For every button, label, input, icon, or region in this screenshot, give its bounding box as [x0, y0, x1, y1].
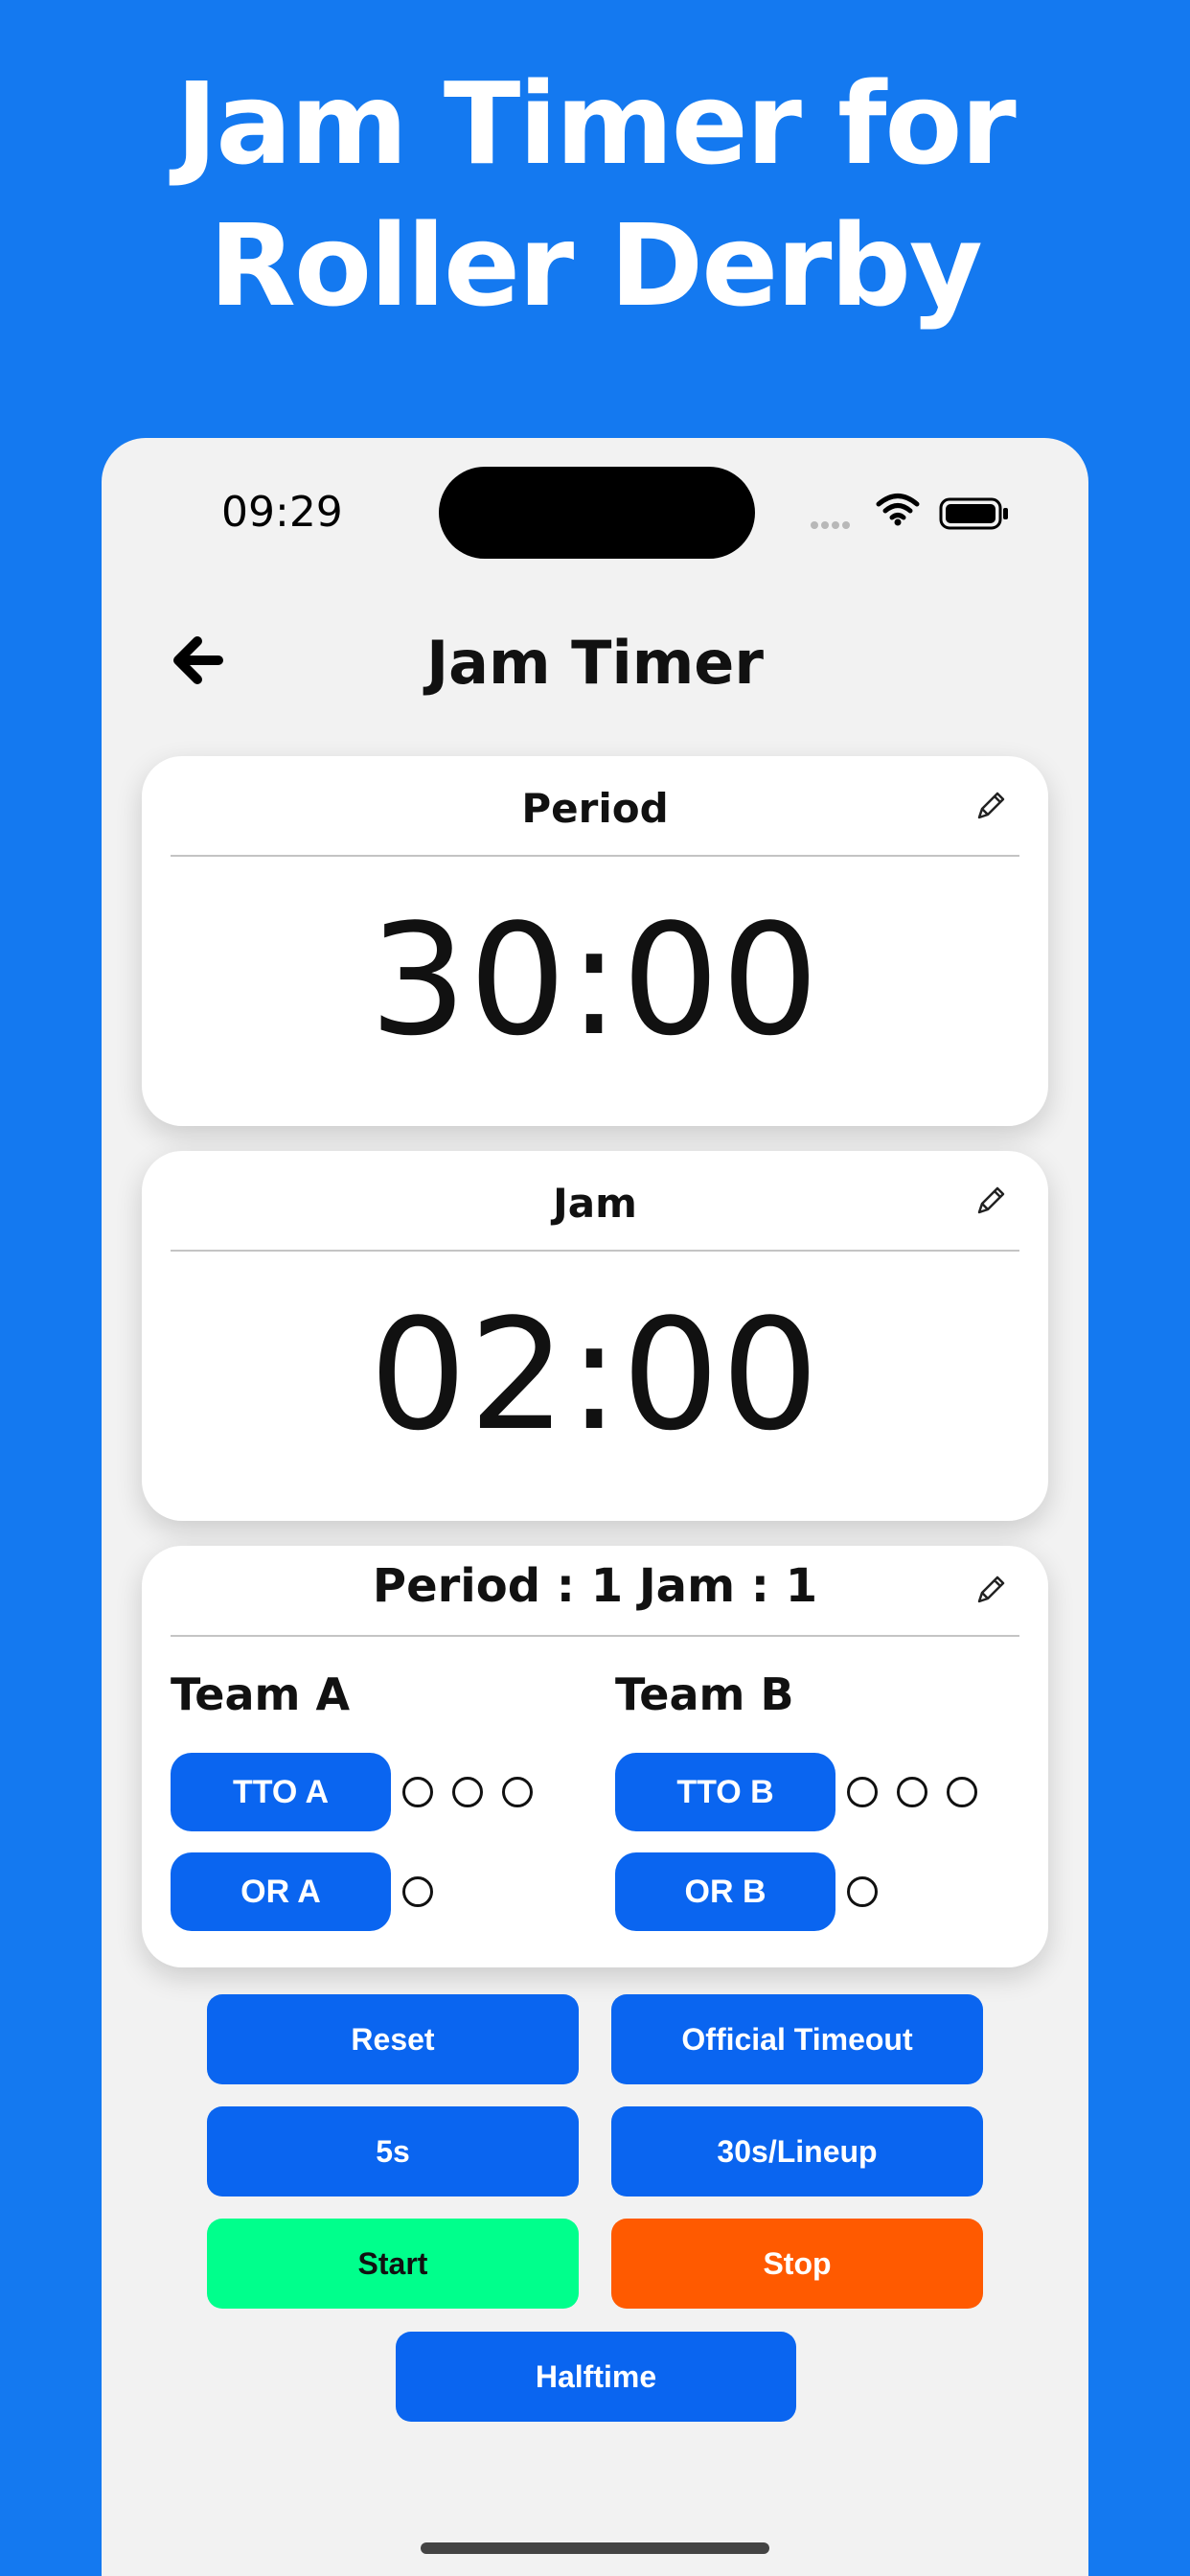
tto-b-indicator	[897, 1777, 927, 1807]
period-label: Period	[521, 785, 669, 832]
tto-b-indicator	[847, 1777, 878, 1807]
headline-line-1: Jam Timer for	[175, 58, 1016, 190]
status-time: 09:29	[221, 488, 343, 537]
tto-b-indicator	[947, 1777, 977, 1807]
signal-icon	[811, 517, 853, 534]
team-a-name: Team A	[171, 1668, 351, 1720]
tto-a-indicator	[402, 1777, 433, 1807]
tto-a-button[interactable]: TTO A	[171, 1753, 391, 1831]
or-a-button[interactable]: OR A	[171, 1852, 391, 1931]
card-header: Period : 1 Jam : 1	[171, 1546, 1019, 1637]
or-a-indicator	[402, 1876, 433, 1907]
dynamic-island	[439, 467, 755, 559]
jam-timer-card: Jam 02:00	[142, 1151, 1048, 1521]
team-b-name: Team B	[615, 1668, 794, 1720]
period-jam-counter: Period : 1 Jam : 1	[372, 1559, 818, 1613]
tto-a-indicator	[502, 1777, 533, 1807]
tto-a-indicator	[452, 1777, 483, 1807]
jam-clock[interactable]: 02:00	[142, 1285, 1048, 1464]
pencil-icon[interactable]	[973, 1184, 1008, 1218]
pencil-icon[interactable]	[973, 789, 1008, 823]
tto-b-button[interactable]: TTO B	[615, 1753, 835, 1831]
promo-headline: Jam Timer for Roller Derby	[0, 53, 1190, 336]
card-header: Period	[171, 756, 1019, 857]
period-timer-card: Period 30:00	[142, 756, 1048, 1126]
page-title: Jam Timer	[426, 628, 764, 698]
status-bar: 09:29	[102, 438, 1088, 563]
wifi-icon	[876, 494, 920, 526]
card-header: Jam	[171, 1151, 1019, 1252]
halftime-button[interactable]: Halftime	[396, 2332, 796, 2422]
headline-line-2: Roller Derby	[209, 199, 983, 332]
home-indicator[interactable]	[421, 2542, 769, 2554]
period-clock[interactable]: 30:00	[142, 890, 1048, 1070]
jam-label: Jam	[553, 1180, 637, 1227]
navigation-bar: Jam Timer	[102, 610, 1088, 706]
pencil-icon[interactable]	[973, 1573, 1008, 1607]
official-timeout-button[interactable]: Official Timeout	[611, 1994, 983, 2084]
stop-button[interactable]: Stop	[611, 2219, 983, 2309]
or-b-indicator	[847, 1876, 878, 1907]
lineup-button[interactable]: 30s/Lineup	[611, 2106, 983, 2196]
or-b-button[interactable]: OR B	[615, 1852, 835, 1931]
battery-icon	[939, 497, 1008, 530]
start-button[interactable]: Start	[207, 2219, 579, 2309]
reset-button[interactable]: Reset	[207, 1994, 579, 2084]
game-status-card: Period : 1 Jam : 1 Team A TTO A OR A Tea…	[142, 1546, 1048, 1967]
phone-screen: 09:29 Jam Timer Period 30:00 Jam 02:00 P…	[102, 438, 1088, 2576]
five-seconds-button[interactable]: 5s	[207, 2106, 579, 2196]
